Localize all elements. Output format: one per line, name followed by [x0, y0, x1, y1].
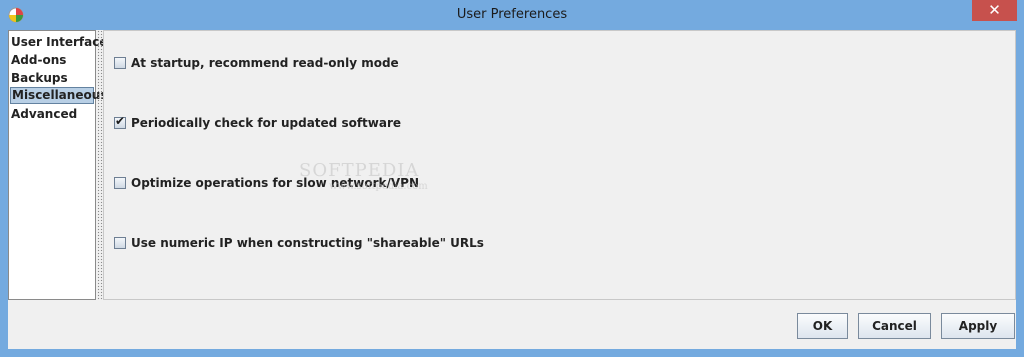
button-bar: OK Cancel Apply — [8, 300, 1016, 349]
watermark-url: www.softpedia.com — [329, 181, 428, 192]
option-readonly-startup[interactable]: At startup, recommend read-only mode — [114, 55, 399, 71]
dialog-body: User Interface Add-ons Backups Miscellan… — [8, 30, 1016, 349]
category-list[interactable]: User Interface Add-ons Backups Miscellan… — [8, 30, 108, 300]
readonly-startup-checkbox[interactable] — [114, 57, 126, 69]
numeric-ip-checkbox[interactable] — [114, 237, 126, 249]
numeric-ip-label: Use numeric IP when constructing "sharea… — [131, 236, 484, 250]
watermark: SOFTPEDIA www.softpedia.com — [299, 160, 449, 210]
checkmark-icon: ✔ — [115, 114, 126, 128]
watermark-brand: SOFTPEDIA — [299, 160, 420, 181]
readonly-startup-label: At startup, recommend read-only mode — [131, 56, 399, 70]
category-item-advanced[interactable]: Advanced — [10, 106, 77, 123]
check-updates-checkbox[interactable]: ✔ — [114, 114, 126, 129]
preferences-window: User Preferences ✕ User Interface Add-on… — [0, 0, 1024, 357]
check-updates-label: Periodically check for updated software — [131, 116, 402, 130]
ok-button[interactable]: OK — [797, 313, 848, 339]
options-panel: At startup, recommend read-only mode ✔ P… — [103, 30, 1016, 300]
title-bar[interactable]: User Preferences ✕ — [0, 0, 1024, 30]
close-icon: ✕ — [988, 1, 1001, 19]
category-item-backups[interactable]: Backups — [10, 70, 68, 87]
window-title: User Preferences — [456, 7, 568, 22]
close-button[interactable]: ✕ — [972, 0, 1017, 21]
cancel-button[interactable]: Cancel — [858, 313, 931, 339]
slow-network-checkbox[interactable] — [114, 177, 126, 189]
apply-button[interactable]: Apply — [941, 313, 1015, 339]
category-item-miscellaneous[interactable]: Miscellaneous — [10, 87, 107, 104]
option-numeric-ip[interactable]: Use numeric IP when constructing "sharea… — [114, 235, 484, 251]
category-item-user-interface[interactable]: User Interface — [10, 34, 108, 51]
option-check-updates[interactable]: ✔ Periodically check for updated softwar… — [114, 114, 402, 131]
category-item-add-ons[interactable]: Add-ons — [10, 52, 66, 69]
